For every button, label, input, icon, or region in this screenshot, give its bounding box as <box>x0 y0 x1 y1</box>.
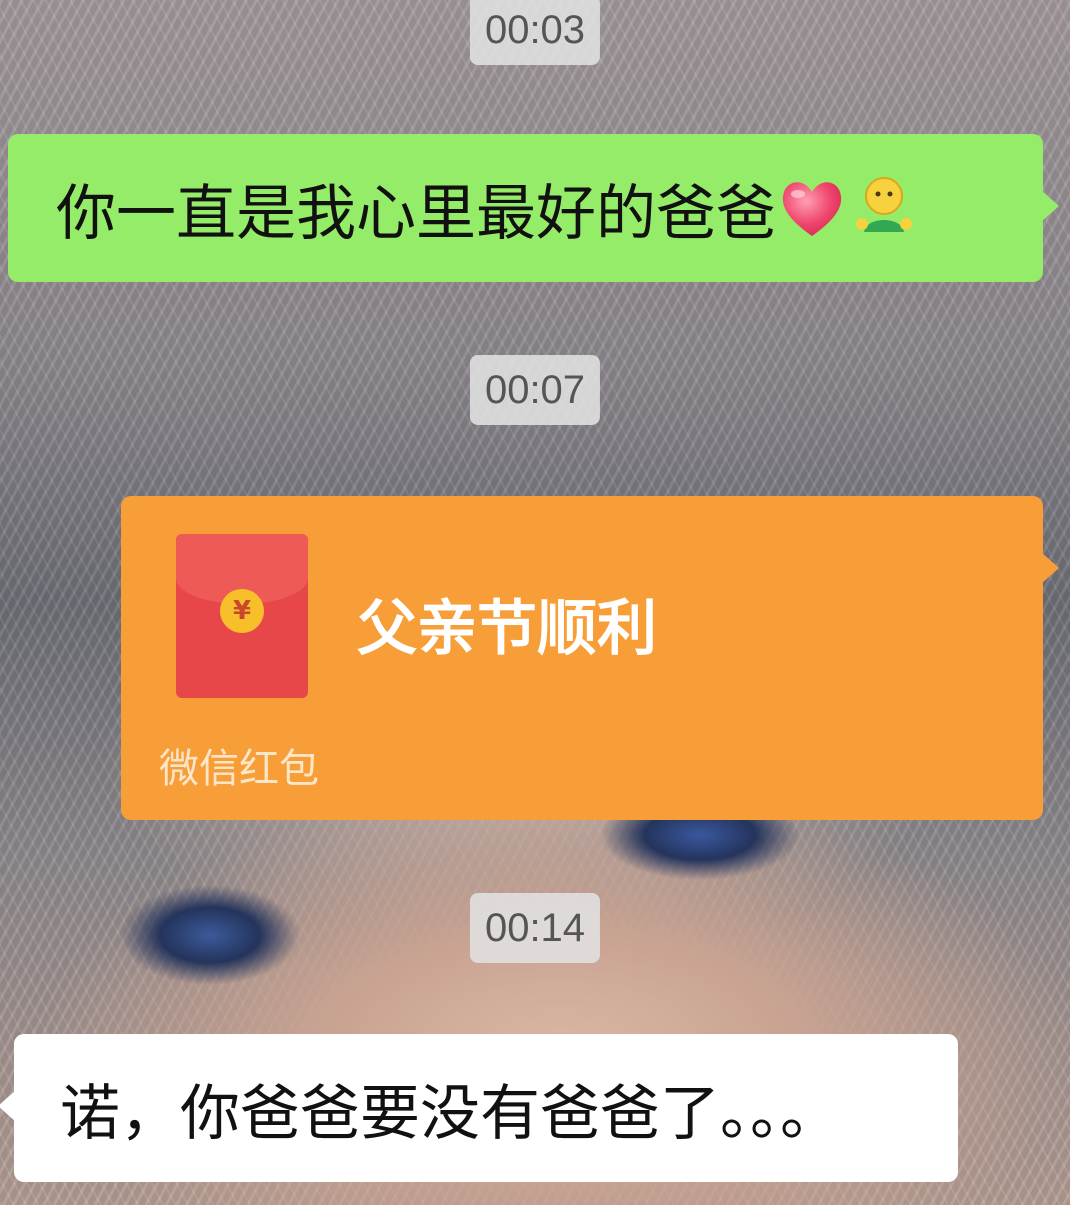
hug-emoji-icon <box>848 172 920 244</box>
timestamp: 00:07 <box>469 355 601 425</box>
red-packet-title: 父亲节顺利 <box>357 594 657 664</box>
red-packet-message[interactable]: ¥ 父亲节顺利 微信红包 <box>121 496 1059 820</box>
sent-message-bubble[interactable]: 你一直是我心里最好的爸爸 <box>8 134 1059 282</box>
timestamp: 00:03 <box>469 0 601 65</box>
red-envelope-icon: ¥ <box>176 534 308 698</box>
received-message-bubble[interactable]: 诺，你爸爸要没有爸爸了。。。 <box>0 1034 958 1182</box>
timestamp: 00:14 <box>469 893 601 963</box>
message-text: 诺，你爸爸要没有爸爸了。。。 <box>60 1078 840 1149</box>
heart-emoji-icon <box>776 172 848 244</box>
message-text: 你一直是我心里最好的爸爸 <box>56 178 776 249</box>
red-packet-label: 微信红包 <box>159 746 319 792</box>
coin-icon: ¥ <box>220 589 264 633</box>
